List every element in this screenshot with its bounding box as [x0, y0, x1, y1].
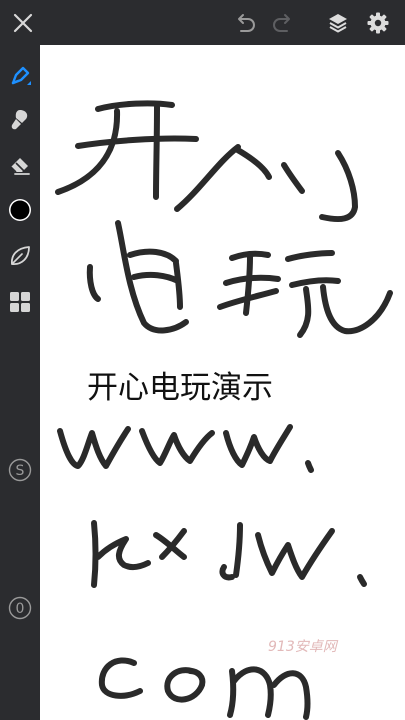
- undo-icon: [238, 14, 255, 32]
- eraser-tool[interactable]: [3, 147, 37, 181]
- watermark: 913安卓网: [268, 639, 337, 655]
- drawing-canvas[interactable]: 开心电玩演示 913安卓网: [40, 45, 405, 720]
- gallery-tool[interactable]: [3, 285, 37, 319]
- opacity-indicator-icon: 0: [8, 596, 32, 620]
- typed-text: 开心电玩演示: [87, 370, 273, 406]
- undo-button[interactable]: [228, 6, 262, 40]
- settings-button[interactable]: [361, 6, 395, 40]
- layers-icon: [329, 14, 347, 33]
- brush-tool[interactable]: [3, 103, 37, 137]
- leaf-icon: [11, 246, 30, 265]
- handwriting-kxdw: [91, 520, 367, 588]
- opacity-label: 0: [16, 601, 25, 617]
- redo-icon: [273, 14, 290, 32]
- close-icon: [13, 13, 33, 33]
- color-swatch: [9, 199, 31, 221]
- gear-icon: [367, 12, 389, 34]
- handwriting-wan: [217, 250, 393, 338]
- handwriting-kai: [55, 100, 199, 200]
- top-toolbar: [0, 0, 405, 45]
- brush-icon: [11, 110, 28, 130]
- opacity-slider[interactable]: 0: [3, 591, 37, 625]
- size-indicator-icon: S: [8, 458, 32, 482]
- redo-button[interactable]: [266, 6, 300, 40]
- close-button[interactable]: [6, 6, 40, 40]
- eraser-icon: [10, 158, 30, 175]
- brush-size-slider[interactable]: S: [3, 453, 37, 487]
- pen-icon: [11, 66, 31, 85]
- layers-button[interactable]: [321, 6, 355, 40]
- tool-sidebar: S 0: [0, 45, 40, 720]
- handwriting-www: [57, 424, 314, 473]
- shape-tool[interactable]: [3, 239, 37, 273]
- grid-icon: [10, 292, 30, 312]
- handwriting-com: [98, 657, 311, 720]
- pen-tool[interactable]: [3, 59, 37, 93]
- handwriting-xin: [174, 144, 358, 223]
- size-label: S: [16, 463, 25, 479]
- color-picker[interactable]: [3, 193, 37, 227]
- handwriting-dian: [86, 220, 189, 334]
